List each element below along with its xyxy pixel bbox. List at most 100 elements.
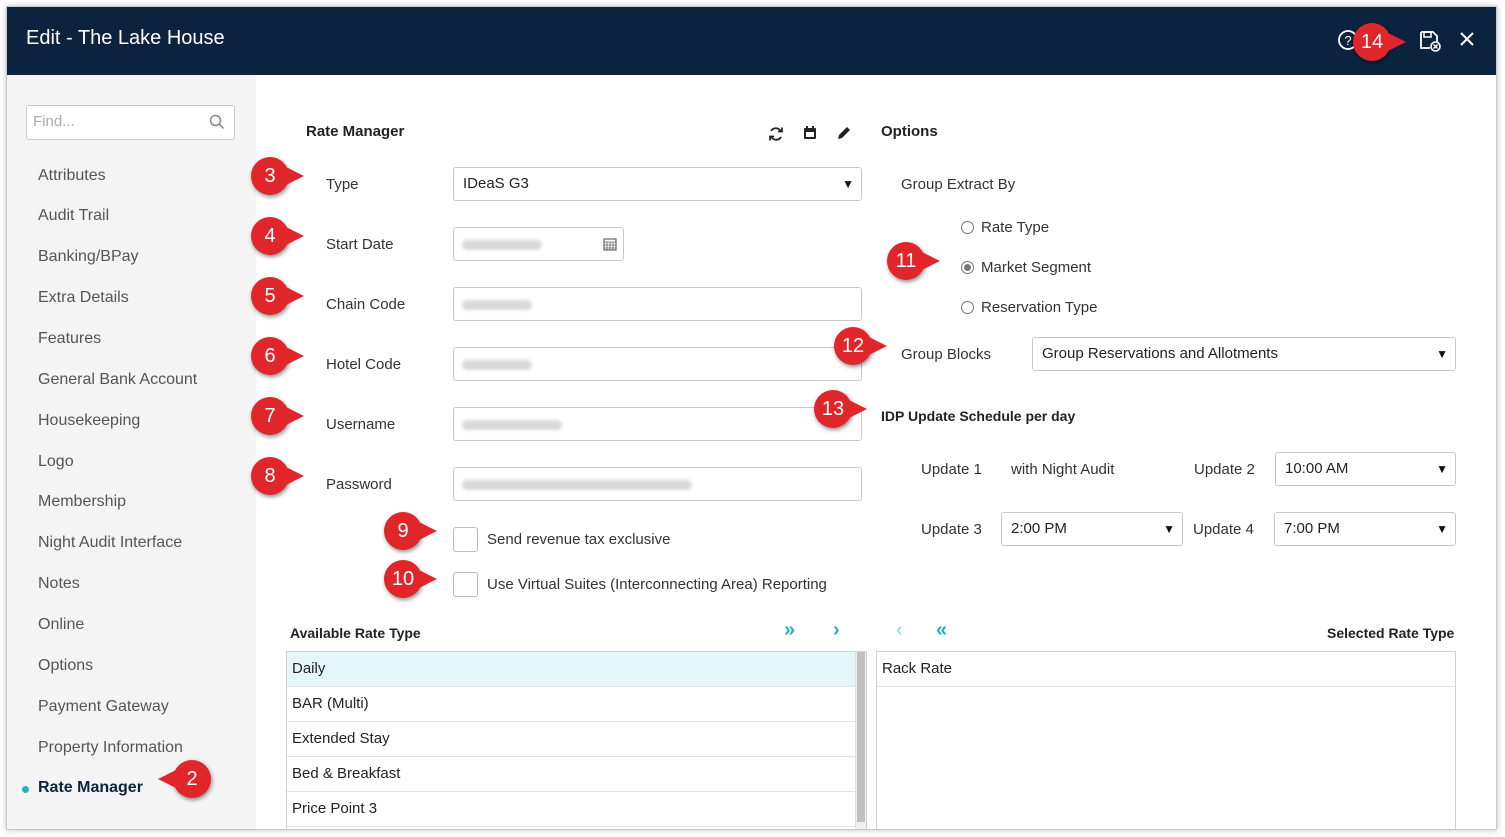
refresh-icon[interactable] [768, 126, 786, 144]
sidebar: Attributes Audit Trail Banking/BPay Extr… [7, 75, 256, 829]
callout-13: 13 [814, 390, 867, 428]
radio-rate-type-label: Rate Type [981, 219, 1050, 236]
sidebar-item-logo[interactable]: Logo [38, 453, 74, 471]
sidebar-item-attributes[interactable]: Attributes [38, 167, 106, 185]
start-date-field[interactable] [453, 227, 624, 261]
update3-select[interactable]: 2:00 PM ▼ [1001, 512, 1183, 546]
send-revenue-label: Send revenue tax exclusive [487, 531, 671, 548]
active-indicator-dot [22, 786, 29, 793]
send-revenue-checkbox[interactable] [453, 527, 478, 552]
title-bar: Edit - The Lake House ? [7, 7, 1496, 75]
move-right-icon[interactable]: › [833, 620, 840, 640]
radio-market-segment[interactable] [961, 261, 974, 274]
calendar-icon[interactable] [802, 125, 820, 143]
list-item[interactable]: Bed & Breakfast [287, 757, 866, 792]
list-item[interactable]: Extended Stay [287, 722, 866, 757]
chevron-down-icon: ▼ [1436, 522, 1448, 536]
redacted-value [462, 240, 542, 250]
sidebar-item-banking-bpay[interactable]: Banking/BPay [38, 248, 139, 266]
update4-value: 7:00 PM [1284, 520, 1340, 537]
available-rate-type-title: Available Rate Type [290, 625, 421, 641]
redacted-value [462, 360, 532, 370]
save-close-icon[interactable] [1418, 29, 1442, 53]
svg-text:?: ? [1344, 33, 1351, 48]
username-label: Username [326, 416, 396, 433]
idp-schedule-title: IDP Update Schedule per day [881, 408, 1076, 424]
callout-5: 5 [251, 277, 304, 315]
sidebar-item-housekeeping[interactable]: Housekeeping [38, 412, 140, 430]
callout-3: 3 [251, 157, 304, 195]
callout-6: 6 [251, 337, 304, 375]
main-content: Rate Manager Type Start Date Chain Code … [256, 75, 1486, 829]
group-blocks-label: Group Blocks [901, 346, 992, 363]
group-blocks-value: Group Reservations and Allotments [1042, 345, 1278, 362]
sidebar-item-membership[interactable]: Membership [38, 493, 126, 511]
find-input[interactable] [27, 106, 197, 137]
edit-pencil-icon[interactable] [836, 125, 854, 143]
username-field[interactable] [453, 407, 862, 441]
close-icon[interactable] [1455, 29, 1479, 53]
sidebar-item-night-audit-interface[interactable]: Night Audit Interface [38, 534, 182, 552]
callout-14: 14 [1353, 23, 1406, 61]
sidebar-item-features[interactable]: Features [38, 330, 101, 348]
callout-11: 11 [887, 242, 940, 280]
search-icon[interactable] [209, 114, 225, 133]
update1-value: with Night Audit [1011, 461, 1115, 478]
list-item[interactable]: BAR (Multi) [287, 687, 866, 722]
scrollbar-thumb[interactable] [857, 652, 865, 822]
update2-label: Update 2 [1194, 461, 1255, 478]
sidebar-item-extra-details[interactable]: Extra Details [38, 289, 129, 307]
callout-12: 12 [834, 327, 887, 365]
callout-7: 7 [251, 397, 304, 435]
password-label: Password [326, 476, 392, 493]
edit-dialog: Edit - The Lake House ? Attributes Audit… [6, 6, 1497, 830]
update3-label: Update 3 [921, 521, 982, 538]
update4-select[interactable]: 7:00 PM ▼ [1274, 512, 1456, 546]
sidebar-item-online[interactable]: Online [38, 616, 84, 634]
hotel-code-label: Hotel Code [326, 356, 402, 373]
rate-manager-title: Rate Manager [306, 123, 405, 140]
list-item[interactable]: Rack Rate [877, 652, 1455, 687]
list-scrollbar[interactable] [855, 652, 866, 829]
available-rate-type-list: Daily BAR (Multi) Extended Stay Bed & Br… [286, 651, 867, 829]
radio-reservation-type[interactable] [961, 301, 974, 314]
redacted-value [462, 420, 562, 430]
redacted-value [462, 300, 532, 310]
chevron-down-icon: ▼ [1436, 347, 1448, 361]
list-item[interactable]: Price Point 3 [287, 792, 866, 827]
sidebar-item-notes[interactable]: Notes [38, 575, 80, 593]
chain-code-label: Chain Code [326, 296, 406, 313]
password-field[interactable] [453, 467, 862, 501]
move-all-left-icon[interactable]: « [936, 620, 947, 640]
callout-9: 9 [384, 512, 437, 550]
start-date-label: Start Date [326, 236, 394, 253]
chevron-down-icon: ▼ [1436, 462, 1448, 476]
move-left-icon[interactable]: ‹ [896, 620, 903, 640]
selected-rate-type-title: Selected Rate Type [1327, 625, 1455, 641]
sidebar-item-general-bank-account[interactable]: General Bank Account [38, 371, 197, 389]
chevron-down-icon: ▼ [1163, 522, 1175, 536]
update2-value: 10:00 AM [1285, 460, 1349, 477]
dialog-title: Edit - The Lake House [26, 27, 225, 49]
virtual-suites-label: Use Virtual Suites (Interconnecting Area… [487, 576, 827, 593]
chevron-down-icon: ▼ [842, 177, 854, 191]
update1-label: Update 1 [921, 461, 982, 478]
type-select[interactable]: IDeaS G3 ▼ [453, 167, 862, 201]
sidebar-item-payment-gateway[interactable]: Payment Gateway [38, 698, 169, 716]
hotel-code-field[interactable] [453, 347, 862, 381]
update2-select[interactable]: 10:00 AM ▼ [1275, 452, 1456, 486]
sidebar-item-property-information[interactable]: Property Information [38, 739, 183, 757]
callout-4: 4 [251, 217, 304, 255]
list-item[interactable]: Daily [287, 652, 866, 687]
move-all-right-icon[interactable]: » [784, 620, 795, 640]
virtual-suites-checkbox[interactable] [453, 572, 478, 597]
callout-10: 10 [384, 560, 437, 598]
radio-rate-type[interactable] [961, 221, 974, 234]
sidebar-item-options[interactable]: Options [38, 657, 93, 675]
chain-code-field[interactable] [453, 287, 862, 321]
sidebar-item-audit-trail[interactable]: Audit Trail [38, 207, 109, 225]
radio-market-segment-label: Market Segment [981, 259, 1092, 276]
group-blocks-select[interactable]: Group Reservations and Allotments ▼ [1032, 337, 1456, 371]
sidebar-item-rate-manager[interactable]: Rate Manager [38, 779, 143, 797]
calendar-icon[interactable] [603, 237, 617, 254]
